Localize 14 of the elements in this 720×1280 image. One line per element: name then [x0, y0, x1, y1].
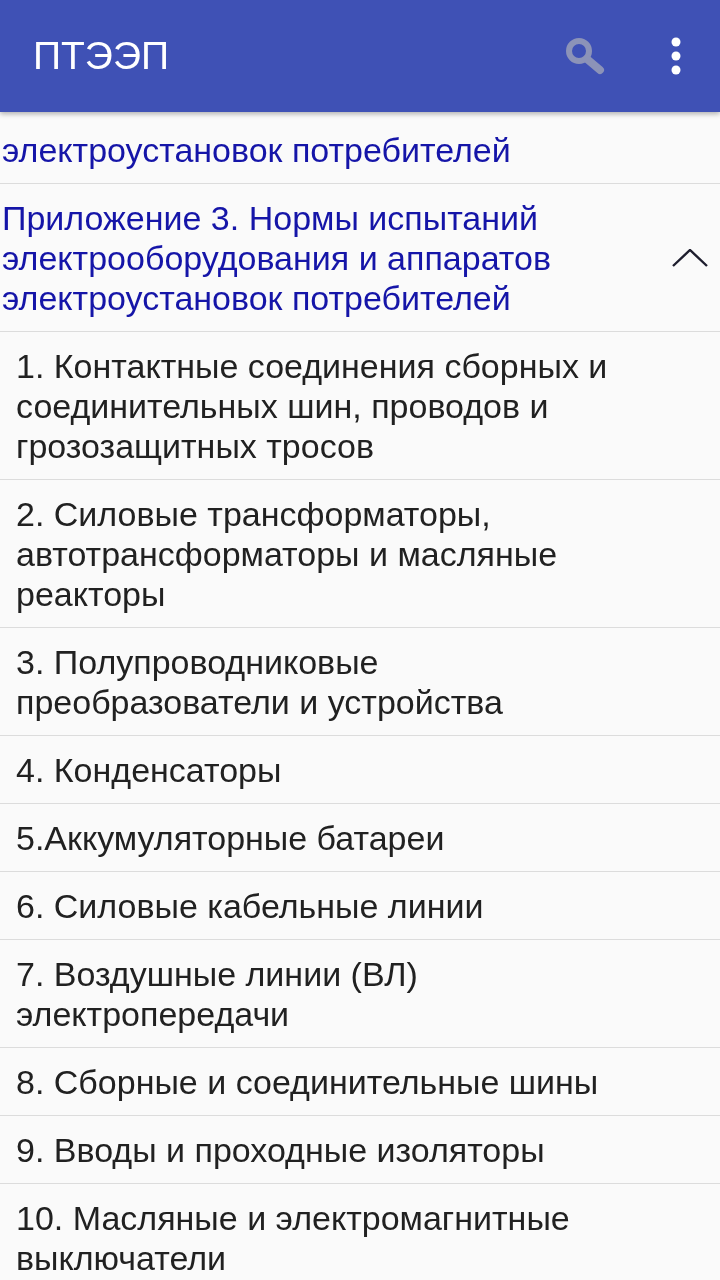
list-item[interactable]: 10. Масляные и электромагнитные выключатели [0, 1184, 720, 1280]
list-item[interactable]: 6. Силовые кабельные линии [0, 872, 720, 940]
list-item[interactable]: 8. Сборные и соединительные шины [0, 1048, 720, 1116]
list-item[interactable]: 3. Полупроводниковые преобразователи и устройства [0, 628, 720, 736]
list-item[interactable]: 7. Воздушные линии (ВЛ) электропередачи [0, 940, 720, 1048]
group-header[interactable]: Приложение 3. Нормы испытаний электрооборудования и аппаратов электроустановок потребителей [0, 184, 720, 332]
overflow-menu-icon[interactable] [671, 37, 681, 75]
list-item[interactable]: 1. Контактные соединения сборных и соединительных шин, проводов и грозозащитных тросов [0, 332, 720, 480]
list-item[interactable]: электроустановок потребителей [0, 112, 720, 184]
list-item[interactable]: 9. Вводы и проходные изоляторы [0, 1116, 720, 1184]
list-item[interactable]: 2. Силовые трансформаторы, автотрансформаторы и масляные реакторы [0, 480, 720, 628]
list-item[interactable]: 5.Аккумуляторные батареи [0, 804, 720, 872]
app-title: ПТЭЭП [33, 33, 170, 79]
list-item[interactable]: 4. Конденсаторы [0, 736, 720, 804]
